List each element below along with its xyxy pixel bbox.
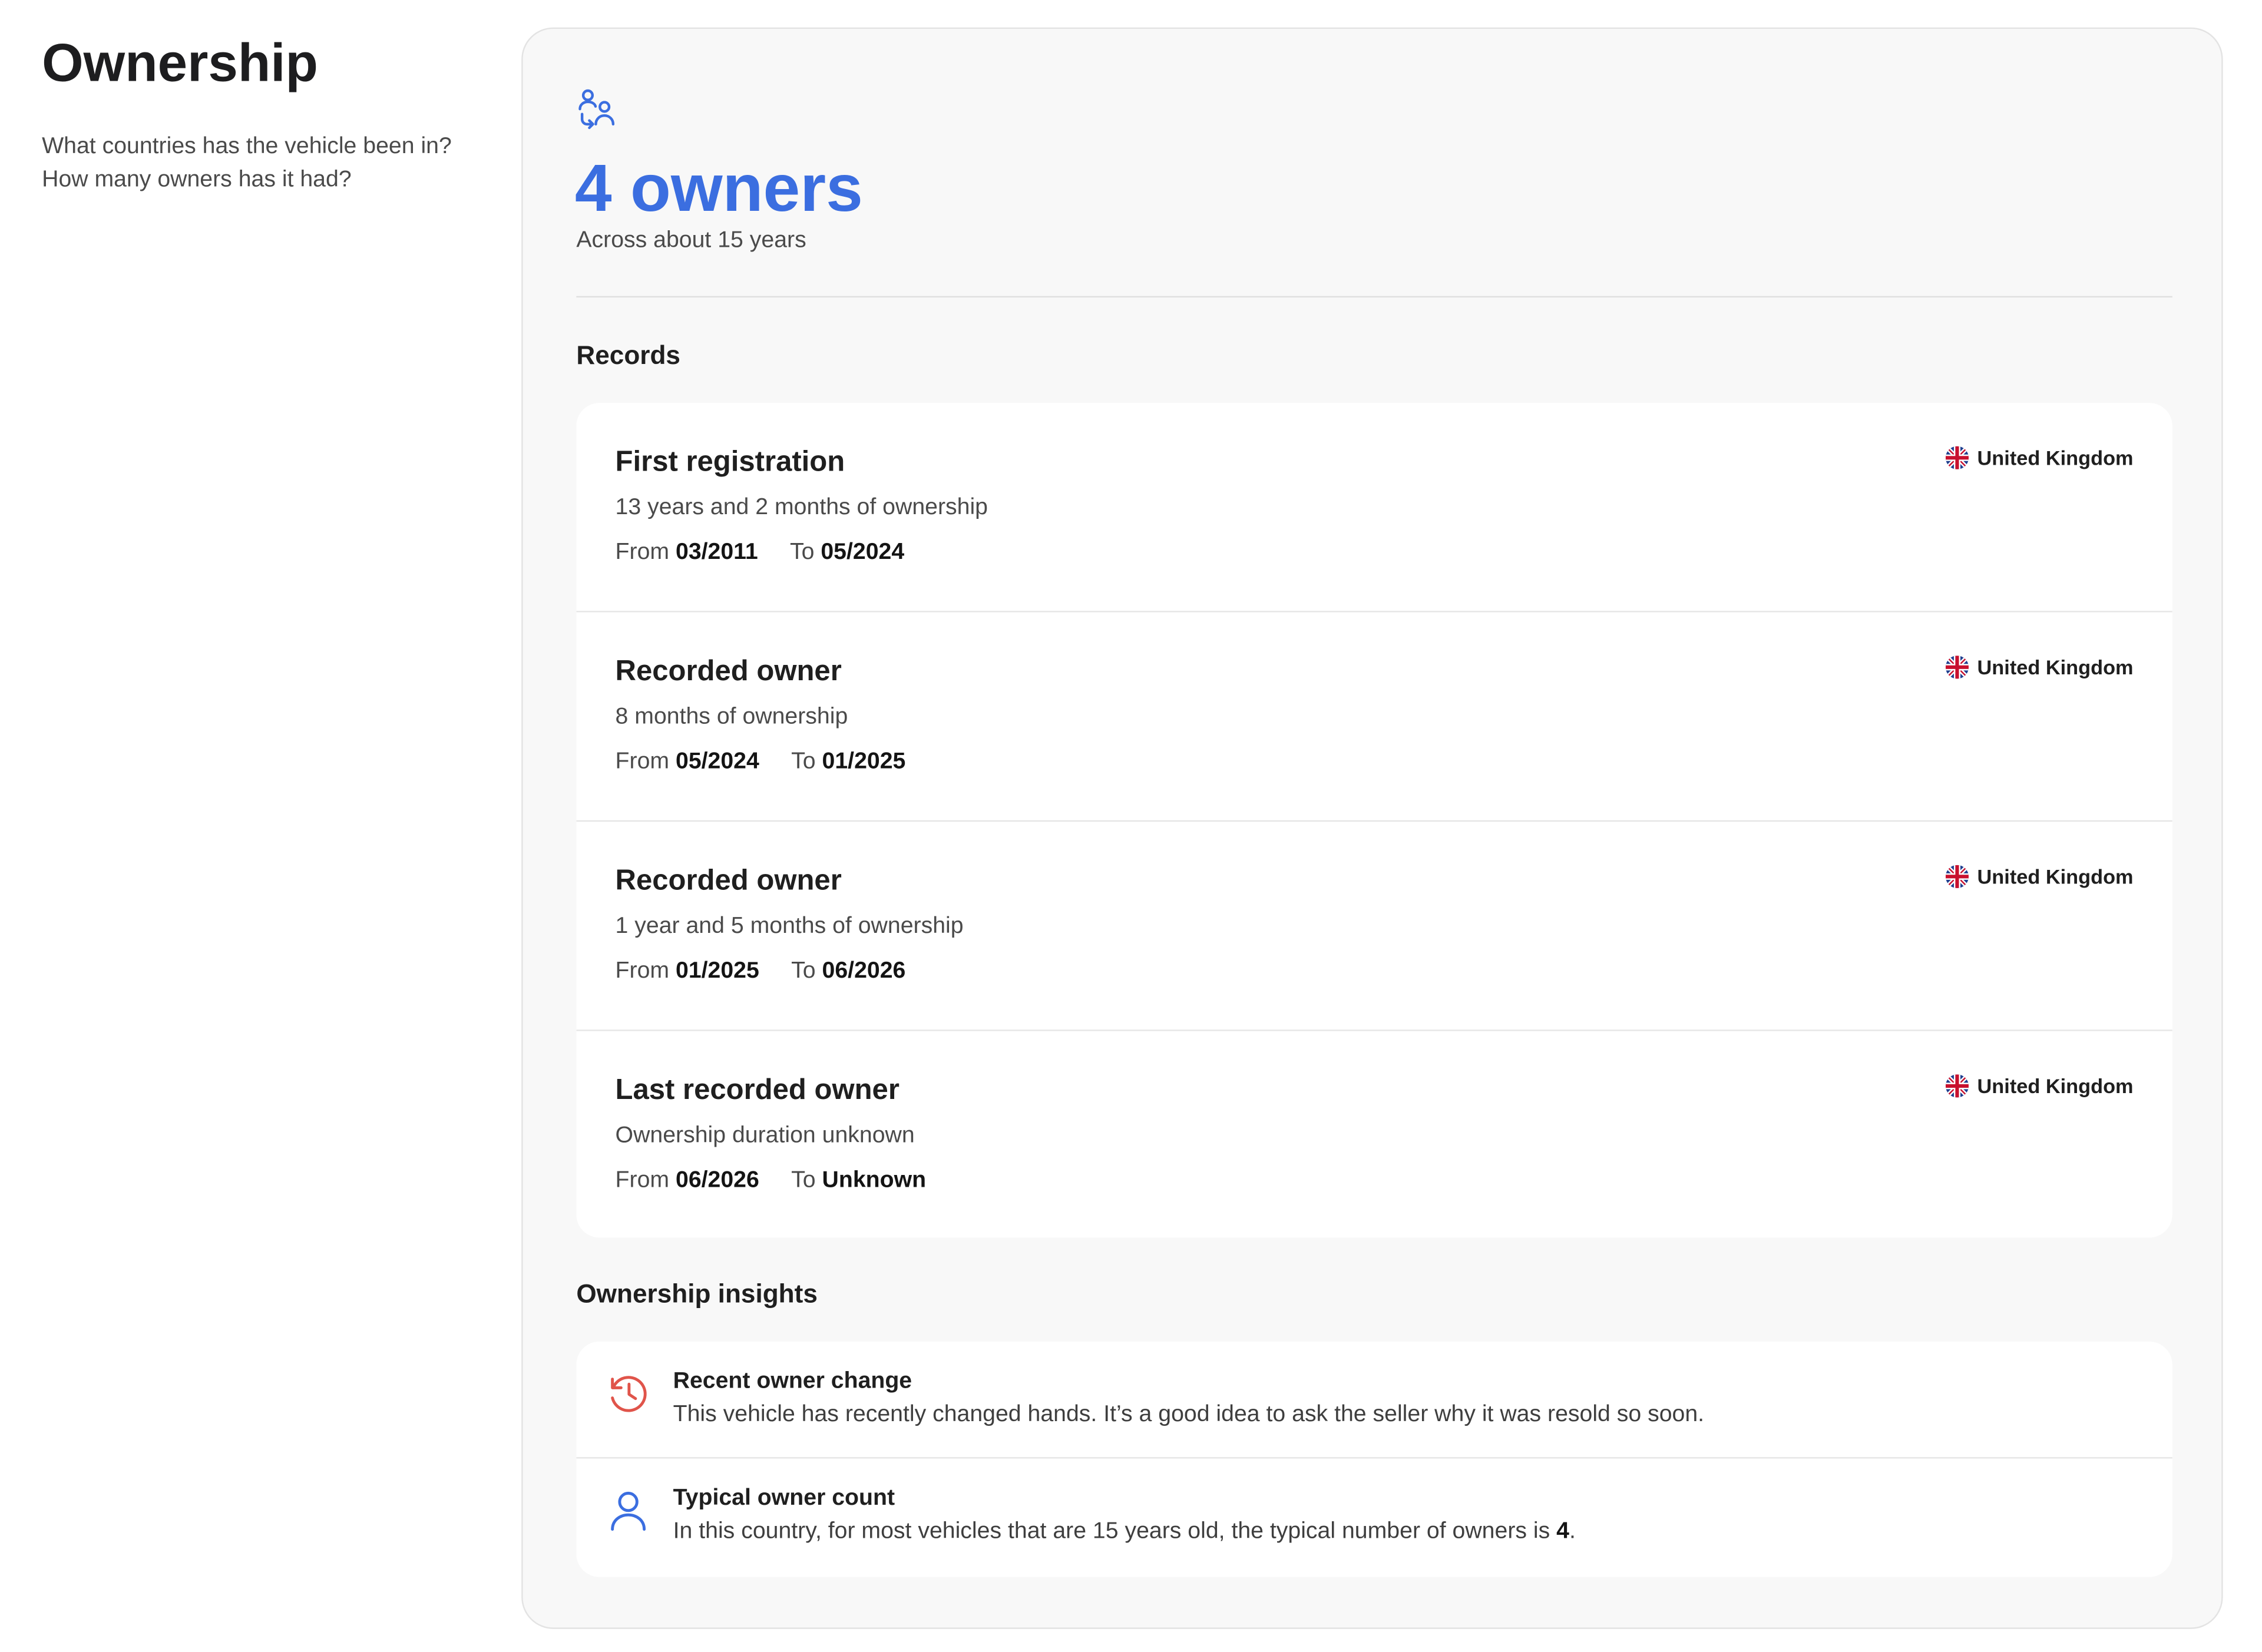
insight-item: Typical owner count In this country, for… — [576, 1459, 2172, 1577]
from-label: From — [615, 749, 670, 774]
from-date: 01/2025 — [675, 959, 759, 984]
from-date: 05/2024 — [675, 749, 759, 774]
insight-title: Recent owner change — [673, 1369, 912, 1394]
country-name: United Kingdom — [1977, 865, 2134, 888]
person-icon — [611, 1491, 646, 1531]
record-item: Recorded owner 8 months of ownership Fro… — [576, 613, 2172, 822]
insight-item: Recent owner change This vehicle has rec… — [576, 1342, 2172, 1459]
page-title: Ownership — [42, 33, 318, 92]
record-dates: From 01/2025 To 06/2026 — [616, 959, 906, 985]
record-duration: 1 year and 5 months of ownership — [615, 914, 964, 939]
uk-flag-icon — [1945, 865, 1969, 888]
country-badge: United Kingdom — [1945, 865, 2134, 888]
to-date: 06/2026 — [822, 959, 906, 984]
uk-flag-icon — [1945, 655, 1969, 679]
from-label: From — [615, 540, 670, 565]
insight-title: Typical owner count — [673, 1486, 895, 1511]
uk-flag-icon — [1945, 446, 1969, 469]
record-title: Recorded owner — [615, 865, 842, 897]
records-heading: Records — [576, 340, 680, 370]
typical-owner-count: 4 — [1556, 1519, 1569, 1544]
insight-text: In this country, for most vehicles that … — [673, 1519, 1576, 1544]
country-badge: United Kingdom — [1945, 1074, 2134, 1098]
record-dates: From 06/2026 To Unknown — [616, 1168, 927, 1194]
to-label: To — [791, 1168, 816, 1193]
record-duration: Ownership duration unknown — [615, 1123, 915, 1148]
country-name: United Kingdom — [1977, 1074, 2134, 1098]
ownership-card: 4 owners Across about 15 years Records F… — [521, 27, 2223, 1629]
to-date: 01/2025 — [822, 749, 906, 774]
country-name: United Kingdom — [1977, 446, 2134, 469]
to-label: To — [791, 749, 816, 774]
country-badge: United Kingdom — [1945, 446, 2134, 469]
record-title: Recorded owner — [615, 655, 842, 688]
to-label: To — [789, 540, 815, 565]
to-label: To — [791, 959, 816, 984]
record-item: Recorded owner 1 year and 5 months of ow… — [576, 822, 2172, 1031]
owners-period: Across about 15 years — [576, 228, 806, 253]
page-description: What countries has the vehicle been in? … — [42, 134, 452, 193]
from-date: 03/2011 — [675, 540, 758, 565]
history-clock-icon — [611, 1376, 647, 1412]
insights-heading: Ownership insights — [576, 1279, 818, 1309]
from-label: From — [615, 959, 670, 984]
record-title: Last recorded owner — [615, 1074, 899, 1107]
record-duration: 13 years and 2 months of ownership — [615, 495, 988, 520]
record-dates: From 03/2011 To 05/2024 — [616, 540, 905, 566]
record-item: Last recorded owner Ownership duration u… — [576, 1031, 2172, 1238]
record-item: First registration 13 years and 2 months… — [576, 403, 2172, 613]
owners-transfer-icon — [578, 89, 615, 130]
country-badge: United Kingdom — [1945, 655, 2134, 679]
records-list: First registration 13 years and 2 months… — [576, 403, 2172, 1238]
record-duration: 8 months of ownership — [615, 704, 848, 730]
from-date: 06/2026 — [675, 1168, 759, 1193]
owners-count: 4 owners — [574, 150, 863, 226]
to-date: 05/2024 — [821, 540, 905, 565]
insights-list: Recent owner change This vehicle has rec… — [576, 1341, 2172, 1577]
from-label: From — [615, 1168, 670, 1193]
country-name: United Kingdom — [1977, 655, 2134, 679]
divider — [576, 296, 2172, 298]
uk-flag-icon — [1945, 1074, 1969, 1098]
insight-text: This vehicle has recently changed hands.… — [673, 1402, 1705, 1427]
to-date: Unknown — [822, 1168, 927, 1193]
intro-section: Ownership What countries has the vehicle… — [42, 32, 475, 197]
record-dates: From 05/2024 To 01/2025 — [616, 750, 906, 776]
record-title: First registration — [615, 446, 845, 478]
